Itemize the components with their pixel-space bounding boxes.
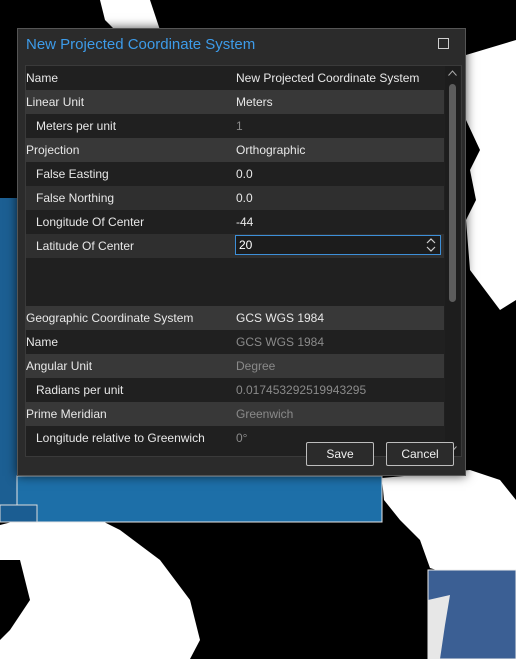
property-label: Latitude Of Center [36,239,135,253]
latitude-of-center-input[interactable]: 20 [235,235,441,255]
property-label: Name [26,335,59,349]
row-longitude-relative[interactable]: Longitude relative to Greenwich 0° [26,426,444,450]
property-label: Name [26,71,59,85]
row-latitude-of-center[interactable]: Latitude Of Center 20 [26,234,444,258]
property-label: Meters per unit [36,119,117,133]
row-spacer [26,282,444,306]
row-longitude-of-center[interactable]: Longitude Of Center -44 [26,210,444,234]
property-value[interactable]: New Projected Coordinate System [236,66,419,90]
property-label: False Northing [36,191,115,205]
latitude-input-value: 20 [239,238,253,252]
property-label: False Easting [36,167,109,181]
property-label: Linear Unit [26,95,85,109]
row-false-northing[interactable]: False Northing 0.0 [26,186,444,210]
property-value: 0.017453292519943295 [236,383,367,397]
ocean-region-main [16,475,383,523]
row-linear-unit[interactable]: Linear Unit Meters [26,90,444,114]
property-value[interactable]: 0.0 [236,162,253,186]
property-grid: Name New Projected Coordinate System Lin… [25,65,462,457]
row-projection[interactable]: Projection Orthographic [26,138,444,162]
scroll-up-icon[interactable] [448,70,457,76]
property-label: Longitude Of Center [36,215,145,229]
property-label: Projection [26,143,80,157]
row-radians-per-unit[interactable]: Radians per unit 0.017453292519943295 [26,378,444,402]
property-label: Radians per unit [36,383,124,397]
row-name[interactable]: Name New Projected Coordinate System [26,66,444,90]
row-gcs-name[interactable]: Name GCS WGS 1984 [26,330,444,354]
property-value: Greenwich [236,407,294,421]
property-value[interactable]: Orthographic [236,138,305,162]
property-label: Longitude relative to Greenwich [36,431,205,445]
cancel-button[interactable]: Cancel [386,442,454,466]
property-label: Angular Unit [26,359,93,373]
property-label: Geographic Coordinate System [26,311,194,325]
property-value[interactable]: Meters [236,90,273,114]
property-value: 1 [236,119,243,133]
property-label: Prime Meridian [26,407,107,421]
dialog-title: New Projected Coordinate System [26,36,256,53]
property-value[interactable]: GCS WGS 1984 [236,306,324,330]
row-geographic-coordinate-system[interactable]: Geographic Coordinate System GCS WGS 198… [26,306,444,330]
ocean-region-box [0,504,38,523]
land-europe [466,40,516,310]
row-angular-unit[interactable]: Angular Unit Degree [26,354,444,378]
vertical-scrollbar[interactable] [445,66,460,456]
scrollbar-thumb[interactable] [449,84,456,302]
property-value: GCS WGS 1984 [236,335,325,349]
dialog-titlebar[interactable]: New Projected Coordinate System [18,29,465,61]
row-meters-per-unit[interactable]: Meters per unit 1 [26,114,444,138]
property-value[interactable]: -44 [236,210,253,234]
save-button[interactable]: Save [306,442,374,466]
property-value: 0° [236,431,248,445]
row-empty [26,258,444,282]
property-value: Degree [236,359,276,373]
maximize-icon[interactable] [438,38,449,49]
ocean-region-west [0,198,17,520]
projected-coordinate-system-dialog: New Projected Coordinate System Name New… [17,28,466,476]
property-value[interactable]: 0.0 [236,186,253,210]
row-false-easting[interactable]: False Easting 0.0 [26,162,444,186]
spinner-icon[interactable] [426,237,436,253]
row-prime-meridian[interactable]: Prime Meridian Greenwich [26,402,444,426]
